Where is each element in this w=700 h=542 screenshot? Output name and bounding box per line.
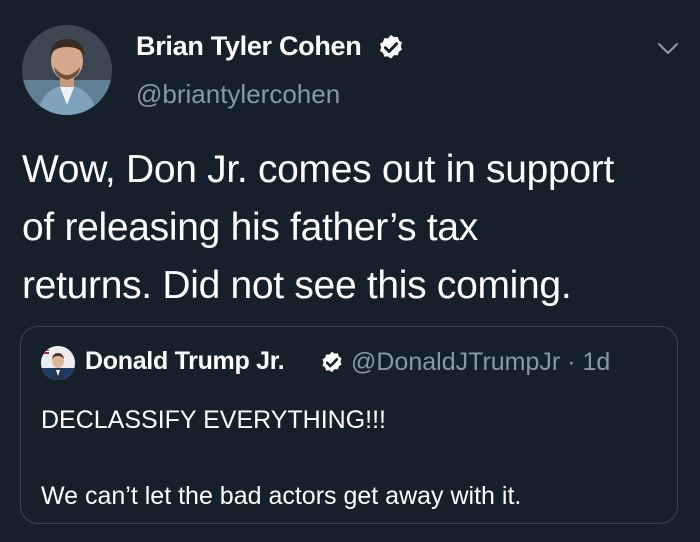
author-handle[interactable]: @briantylercohen — [136, 79, 340, 110]
author-avatar[interactable] — [22, 25, 112, 115]
author-name[interactable]: Brian Tyler Cohen — [136, 31, 362, 62]
quoted-tweet-text: DECLASSIFY EVERYTHING!!! We can’t let th… — [41, 401, 661, 515]
tweet-text-line: Wow, Don Jr. comes out in support — [22, 148, 614, 191]
quoted-text-line: We can’t let the bad actors get away wit… — [41, 482, 522, 510]
author-avatar-image — [22, 25, 112, 115]
quoted-author-avatar[interactable] — [41, 346, 75, 380]
tweet-text-line: returns. Did not see this coming. — [22, 264, 572, 307]
quoted-text-blank-line — [41, 439, 661, 477]
quoted-author-meta: @DonaldJTrumpJr · 1d — [351, 348, 610, 377]
tweet: Brian Tyler Cohen @briantylercohen Wow, … — [0, 0, 700, 542]
verified-badge-icon — [322, 351, 342, 373]
quoted-author-name[interactable]: Donald Trump Jr. — [85, 347, 285, 376]
meta-separator: · — [567, 348, 576, 376]
quoted-tweet-card[interactable]: Donald Trump Jr. @DonaldJTrumpJr · 1d DE… — [20, 326, 678, 524]
verified-badge-icon — [380, 34, 402, 59]
chevron-down-icon[interactable] — [657, 42, 679, 56]
quoted-author-avatar-image — [41, 346, 75, 380]
quoted-text-line: DECLASSIFY EVERYTHING!!! — [41, 406, 387, 434]
tweet-text: Wow, Don Jr. comes out in support of rel… — [22, 141, 692, 315]
quoted-author-handle[interactable]: @DonaldJTrumpJr — [351, 348, 560, 376]
tweet-text-line: of releasing his father’s tax — [22, 206, 478, 249]
quoted-tweet-time[interactable]: 1d — [582, 348, 610, 376]
